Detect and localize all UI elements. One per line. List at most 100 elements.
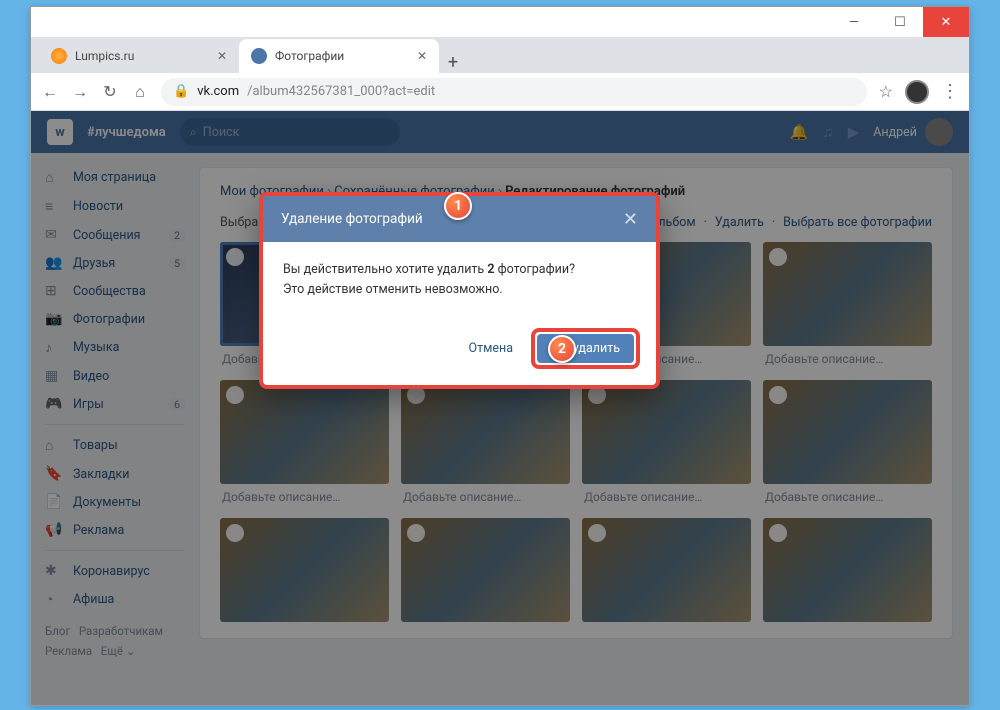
tab-vk-photos[interactable]: Фотографии ✕: [239, 39, 439, 73]
bell-icon[interactable]: 🔔: [790, 123, 809, 141]
sidebar-item-games[interactable]: 🎮 Игры 6: [31, 390, 199, 418]
tab-lumpics[interactable]: Lumpics.ru ✕: [39, 39, 239, 73]
sidebar-item-events[interactable]: ◔Афиша: [31, 585, 199, 614]
search-placeholder: Поиск: [203, 125, 240, 140]
footer-link[interactable]: Разработчикам: [79, 624, 163, 638]
separator: [45, 550, 185, 551]
vk-user-menu[interactable]: Андрей: [873, 118, 953, 146]
footer-link[interactable]: Блог: [45, 624, 70, 638]
music-icon[interactable]: ♫: [822, 123, 833, 141]
minimize-button[interactable]: —: [831, 7, 877, 37]
dialog-text: фотографии?: [494, 262, 575, 277]
sidebar-item-friends[interactable]: 👥Друзья5: [31, 249, 199, 277]
url-path: /album432567381_000?act=edit: [247, 84, 435, 99]
bookmark-icon: 🔖: [45, 466, 63, 482]
photo-caption[interactable]: Добавьте описание…: [763, 346, 932, 368]
close-window-button[interactable]: ✕: [923, 7, 969, 37]
friends-icon: 👥: [45, 255, 63, 271]
window-titlebar: — ☐ ✕: [31, 7, 969, 37]
browser-menu-icon[interactable]: ⋮: [941, 81, 959, 102]
groups-icon: ⊞: [45, 283, 63, 299]
home-button[interactable]: ⌂: [131, 82, 149, 102]
sidebar-item-market[interactable]: ⌂Товары: [31, 431, 199, 460]
reload-button[interactable]: ↻: [101, 82, 119, 101]
bookmark-star-icon[interactable]: ☆: [879, 82, 893, 101]
delete-link[interactable]: Удалить: [715, 215, 764, 230]
sidebar-item-messages[interactable]: ✉Сообщения2: [31, 221, 199, 249]
photo-card[interactable]: Добавьте описание…: [582, 380, 751, 506]
video-icon: ▦: [45, 368, 63, 384]
badge: 6: [169, 398, 185, 411]
sidebar-item-groups[interactable]: ⊞ Сообщества: [31, 277, 199, 305]
footer-link[interactable]: Ещё ⌄: [101, 644, 136, 658]
sidebar-item-label: Сообщества: [73, 284, 146, 299]
news-icon: ≡: [45, 198, 63, 215]
dialog-text: Вы действительно хотите удалить: [283, 262, 487, 277]
photo-card[interactable]: Добавьте описание…: [401, 380, 570, 506]
sidebar-item-ads[interactable]: 📢Реклама: [31, 516, 199, 544]
vk-header: w #лучшедома ⌕ Поиск 🔔 ♫ ▶ Андрей: [31, 111, 969, 153]
photo-card[interactable]: Добавьте описание…: [763, 380, 932, 506]
check-icon[interactable]: [226, 248, 244, 266]
check-icon[interactable]: [769, 386, 787, 404]
virus-icon: ✱: [45, 563, 63, 579]
sidebar-item-my-page[interactable]: ⌂Моя страница: [31, 163, 199, 192]
lumpics-favicon: [51, 48, 67, 64]
tab-label: Lumpics.ru: [75, 49, 134, 63]
tab-strip: Lumpics.ru ✕ Фотографии ✕ +: [31, 37, 969, 73]
footer-link[interactable]: Реклама: [45, 644, 92, 658]
sidebar-item-photos[interactable]: 📷Фотографии: [31, 305, 199, 333]
close-tab-icon[interactable]: ✕: [217, 49, 227, 63]
sidebar-item-video[interactable]: ▦Видео: [31, 362, 199, 390]
photo-card[interactable]: Добавьте описание…: [220, 380, 389, 506]
sidebar-item-label: Документы: [73, 495, 141, 510]
forward-button[interactable]: →: [71, 82, 89, 102]
check-icon[interactable]: [769, 248, 787, 266]
check-icon[interactable]: [226, 524, 244, 542]
close-icon[interactable]: ✕: [623, 209, 638, 230]
close-tab-icon[interactable]: ✕: [417, 49, 427, 63]
check-icon[interactable]: [769, 524, 787, 542]
url-input[interactable]: 🔒 vk.com/album432567381_000?act=edit: [161, 78, 867, 106]
photo-card[interactable]: [220, 518, 389, 622]
vk-search-input[interactable]: ⌕ Поиск: [180, 118, 400, 146]
messages-icon: ✉: [45, 227, 63, 243]
photo-caption[interactable]: Добавьте описание…: [220, 484, 389, 506]
sidebar-footer: Блог Разработчикам Реклама Ещё ⌄: [31, 614, 199, 669]
delete-photos-dialog: Удаление фотографий ✕ Вы действительно х…: [259, 192, 660, 389]
profile-avatar[interactable]: [905, 80, 929, 104]
photo-card[interactable]: [763, 518, 932, 622]
vk-favicon: [251, 48, 267, 64]
photo-card[interactable]: [401, 518, 570, 622]
dialog-title: Удаление фотографий: [281, 211, 423, 227]
photo-caption[interactable]: Добавьте описание…: [582, 484, 751, 506]
cancel-button[interactable]: Отмена: [457, 334, 526, 363]
photo-caption[interactable]: Добавьте описание…: [401, 484, 570, 506]
sidebar-item-bookmarks[interactable]: 🔖Закладки: [31, 460, 199, 488]
new-tab-button[interactable]: +: [439, 52, 467, 73]
check-icon[interactable]: [588, 524, 606, 542]
photo-card[interactable]: Добавьте описание…: [763, 242, 932, 368]
back-button[interactable]: ←: [41, 82, 59, 102]
sidebar-item-covid[interactable]: ✱ Коронавирус: [31, 557, 199, 585]
photo-caption[interactable]: Добавьте описание…: [763, 484, 932, 506]
search-icon: ⌕: [190, 125, 197, 140]
play-icon[interactable]: ▶: [848, 123, 860, 141]
sidebar-item-label: Игры: [73, 397, 104, 412]
select-all-link[interactable]: Выбрать все фотографии: [783, 215, 932, 230]
gamepad-icon: 🎮: [45, 396, 63, 412]
address-bar: ← → ↻ ⌂ 🔒 vk.com/album432567381_000?act=…: [31, 73, 969, 111]
sidebar-item-news[interactable]: ≡Новости: [31, 192, 199, 221]
photo-card[interactable]: [582, 518, 751, 622]
maximize-button[interactable]: ☐: [877, 7, 923, 37]
check-icon[interactable]: [407, 524, 425, 542]
sidebar-item-label: Коронавирус: [73, 564, 150, 579]
sidebar-item-music[interactable]: ♪Музыка: [31, 333, 199, 362]
vk-logo[interactable]: w: [47, 119, 73, 145]
bag-icon: ⌂: [45, 437, 63, 454]
sidebar-item-label: Моя страница: [73, 170, 156, 185]
vk-avatar: [925, 118, 953, 146]
sidebar-item-docs[interactable]: 📄Документы: [31, 488, 199, 516]
check-icon[interactable]: [226, 386, 244, 404]
vk-hashtag[interactable]: #лучшедома: [87, 125, 166, 140]
